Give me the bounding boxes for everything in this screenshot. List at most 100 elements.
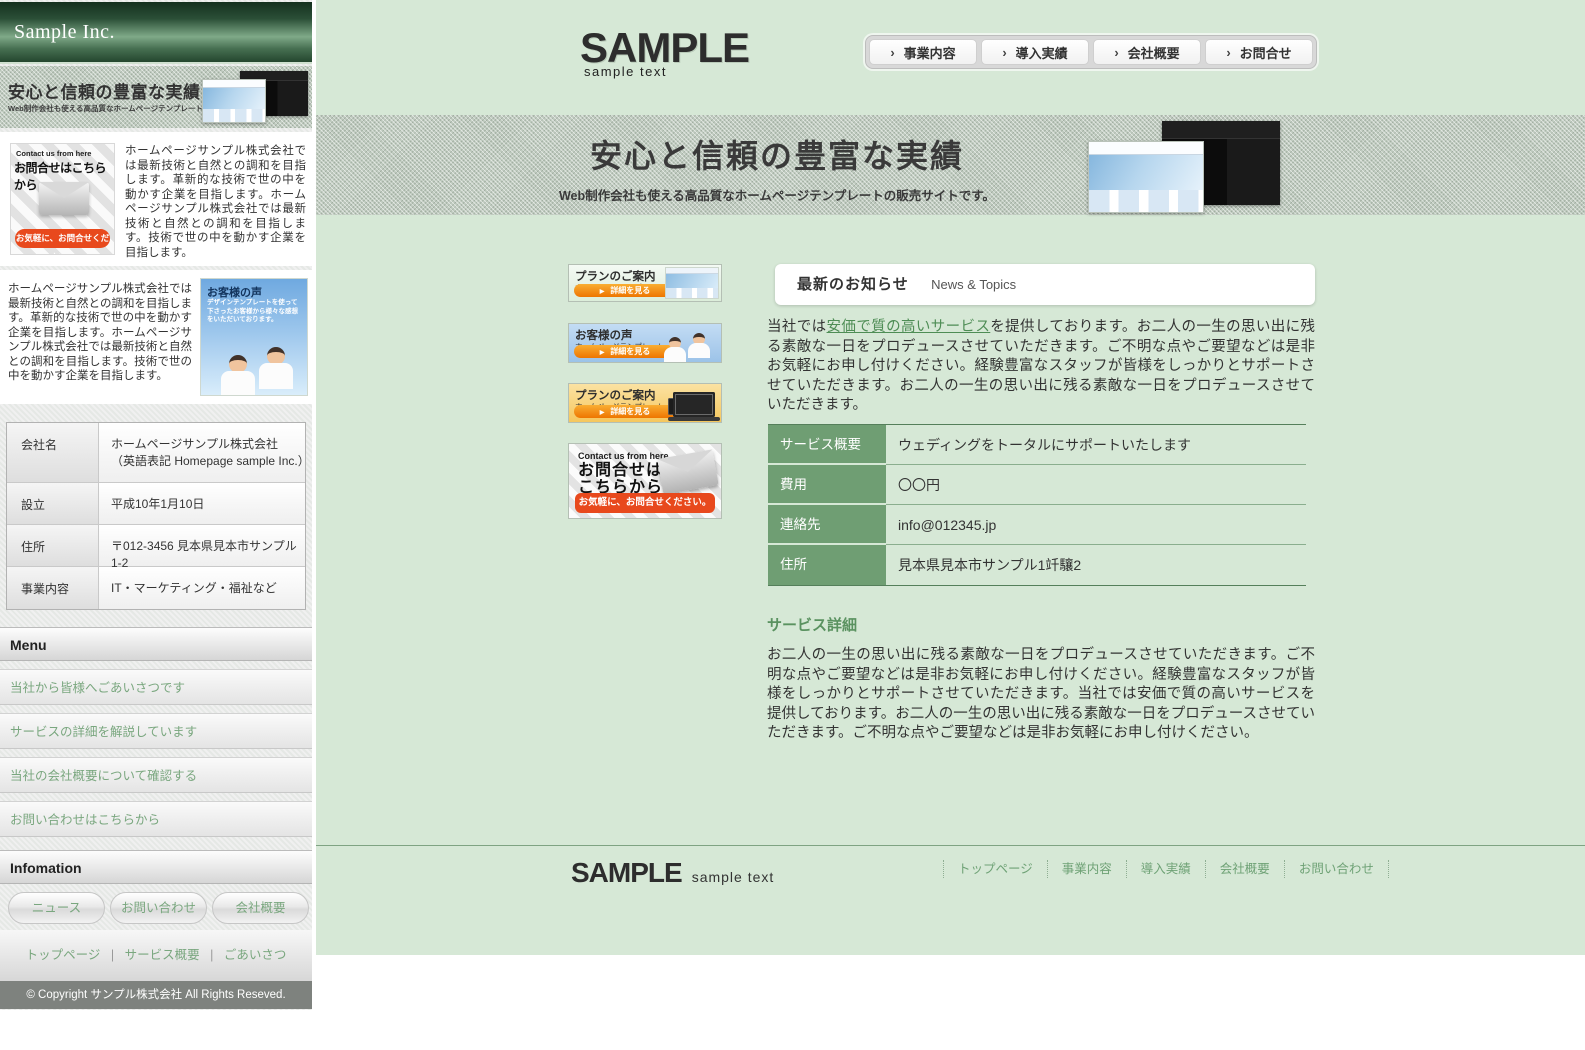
intro-text-before: 当社では — [767, 319, 827, 335]
sidebar-contact-banner[interactable]: Contact us from here お問合せはこちらから お気軽に、お問合… — [10, 143, 115, 255]
banner-customer-voice[interactable]: お客様の声 ホームページテンプレート ▶詳細を見る — [568, 323, 722, 363]
company-name-line2: （英語表記 Homepage sample Inc.） — [111, 454, 310, 468]
play-icon: ▶ — [600, 410, 605, 416]
contact-banner-button[interactable]: お気軽に、お問合せください。 — [15, 229, 110, 248]
footer-link-company[interactable]: 会社概要 — [1205, 860, 1284, 878]
footer-link-business[interactable]: 事業内容 — [1047, 860, 1126, 878]
nav-button-contact[interactable]: › お問合せ — [1205, 39, 1313, 65]
banner-artwork — [665, 267, 719, 299]
table-row: 会社名 ホームページサンプル株式会社 （英語表記 Homepage sample… — [7, 423, 305, 483]
banner-plan-guide-devices[interactable]: プランのご案内 ホームページテンプレート ▶詳細を見る — [568, 383, 722, 423]
sidebar-hero-banner: 安心と信頼の豊富な実績 Web制作会社も使える高品質なホームページテンプレートの… — [0, 66, 312, 128]
chevron-right-icon: › — [1114, 45, 1118, 60]
address-value: 〒012-3456 見本県見本市サンプル1-2 — [99, 525, 305, 566]
company-name-line1: ホームページサンプル株式会社 — [111, 437, 278, 451]
contact-eyebrow: Contact us from here — [16, 149, 91, 158]
nav-button-company[interactable]: › 会社概要 — [1093, 39, 1201, 65]
footer-link-results[interactable]: 導入実績 — [1126, 860, 1205, 878]
banner-button-label: 詳細を見る — [610, 407, 650, 416]
main-area: SAMPLE sample text › 事業内容 › 導入実績 › 会社概要 … — [316, 0, 1585, 955]
address-value: 見本県見本市サンプル1竏驤2 — [886, 545, 1306, 585]
banner-detail-button[interactable]: ▶ 詳細を見る — [574, 405, 676, 418]
nav-button-business[interactable]: › 事業内容 — [869, 39, 977, 65]
site-thumbnail-light — [202, 79, 266, 123]
copyright-bar: © Copyright サンプル株式会社 All Rights Reseved. — [0, 981, 312, 1009]
table-row: 費用 〇〇円 — [768, 465, 1306, 505]
service-table: サービス概要 ウェディングをトータルにサポートいたします 費用 〇〇円 連絡先 … — [768, 424, 1306, 586]
person-figure — [669, 337, 686, 362]
service-detail-heading: サービス詳細 — [767, 614, 857, 635]
business-label: 事業内容 — [7, 567, 99, 609]
table-row: 事業内容 IT・マーケティング・福祉など — [7, 567, 305, 609]
banner-button-label: 詳細を見る — [610, 286, 650, 295]
sidebar-footer-link-top[interactable]: トップページ — [22, 948, 105, 962]
cost-label: 費用 — [768, 465, 886, 505]
contact-title-line1: お問合せは — [578, 462, 663, 479]
established-value: 平成10年1月10日 — [99, 483, 305, 524]
envelope-icon — [39, 182, 89, 215]
nav-button-results[interactable]: › 導入実績 — [981, 39, 1089, 65]
table-row: 設立 平成10年1月10日 — [7, 483, 305, 525]
company-name-label: 会社名 — [7, 423, 99, 482]
sidebar-about-block-2: ホームページサンプル株式会社では最新技術と自然との調和を目指します。革新的な技術… — [0, 270, 312, 404]
footer-nav: トップページ事業内容導入実績会社概要お問い合わせ — [943, 860, 1389, 878]
sidebar-footer-nav: トップページ | サービス概要 | ごあいさつ — [0, 930, 312, 981]
footer-logo: SAMPLEsample text — [571, 857, 774, 889]
main-footer: SAMPLEsample text トップページ事業内容導入実績会社概要お問い合… — [316, 845, 1585, 955]
table-row: 住所 見本県見本市サンプル1竏驤2 — [768, 545, 1306, 585]
person-figure — [693, 333, 710, 358]
company-overview-button[interactable]: 会社概要 — [212, 892, 309, 924]
inquiry-button[interactable]: お問い合わせ — [110, 892, 207, 924]
chevron-right-icon: › — [1002, 45, 1006, 60]
contact-title: お問合せは こちらから — [578, 462, 663, 496]
link-separator: | — [207, 948, 216, 962]
banner-button-label: 詳細を見る — [610, 347, 650, 356]
information-heading: Infomation — [0, 850, 312, 884]
address-label: 住所 — [768, 545, 886, 585]
contact-label: 連絡先 — [768, 505, 886, 545]
business-value: IT・マーケティング・福祉など — [99, 567, 305, 609]
play-icon: ▶ — [600, 350, 605, 356]
hero-thumbnails — [1086, 117, 1296, 213]
footer-link-contact[interactable]: お問い合わせ — [1284, 860, 1389, 878]
banner-contact[interactable]: Contact us from here お問合せは こちらから お気軽に、お問… — [568, 443, 722, 519]
company-info-table: 会社名 ホームページサンプル株式会社 （英語表記 Homepage sample… — [6, 422, 306, 610]
sidebar-menu-item-service[interactable]: サービスの詳細を解説しています — [0, 713, 312, 749]
site-thumbnail-light — [1088, 141, 1204, 213]
chevron-right-icon: › — [890, 45, 894, 60]
established-label: 設立 — [7, 483, 99, 524]
cost-value: 〇〇円 — [886, 465, 1306, 505]
customer-voice-banner[interactable]: お客様の声 デザインテンプレートを使って下さったお客様から様々な感想をいただいて… — [200, 278, 308, 396]
menu-heading: Menu — [0, 627, 312, 661]
footer-link-top[interactable]: トップページ — [943, 860, 1047, 878]
play-icon: ▶ — [600, 289, 605, 295]
contact-eyebrow: Contact us from here — [578, 451, 669, 461]
banner-detail-button[interactable]: ▶ 詳細を見る — [574, 345, 676, 358]
sidebar-footer-link-service[interactable]: サービス概要 — [121, 948, 204, 962]
sidebar-logo: Sample Inc. — [14, 21, 115, 44]
nav-label: 導入実績 — [1016, 43, 1068, 62]
header-nav: › 事業内容 › 導入実績 › 会社概要 › お問合せ — [865, 35, 1317, 69]
sidebar-footer-link-greeting[interactable]: ごあいさつ — [220, 948, 291, 962]
service-link[interactable]: 安価で質の高いサービス — [827, 319, 991, 335]
news-button[interactable]: ニュース — [8, 892, 105, 924]
news-title: 最新のお知らせ — [797, 276, 909, 293]
laptop-icon — [673, 392, 715, 417]
contact-banner-button[interactable]: お気軽に、お問合せください。 — [575, 493, 715, 513]
address-label: 住所 — [7, 525, 99, 566]
banner-plan-guide[interactable]: プランのご案内 ホームページテンプレート ▶詳細を見る — [568, 264, 722, 302]
sidebar-menu-item-greeting[interactable]: 当社から皆様へごあいさつです — [0, 669, 312, 705]
banner-detail-button[interactable]: ▶ 詳細を見る — [574, 284, 676, 297]
sidebar-menu-item-contact[interactable]: お問い合わせはこちらから — [0, 801, 312, 837]
hero-text: 安心と信頼の豊富な実績 Web制作会社も使える高品質なホームページテンプレートの… — [537, 131, 1017, 204]
sidebar-hero-title: 安心と信頼の豊富な実績 — [8, 78, 201, 103]
chevron-right-icon: › — [1226, 45, 1230, 60]
nav-label: お問合せ — [1240, 43, 1292, 62]
table-row: 住所 〒012-3456 見本県見本市サンプル1-2 — [7, 525, 305, 567]
hero-subtitle: Web制作会社も使える高品質なホームページテンプレートの販売サイトです。 — [537, 185, 1017, 204]
voice-subtitle: デザインテンプレートを使って下さったお客様から様々な感想をいただいております。 — [207, 299, 303, 325]
sidebar-menu-item-company[interactable]: 当社の会社概要について確認する — [0, 757, 312, 793]
hero-title: 安心と信頼の豊富な実績 — [537, 131, 1017, 177]
service-detail-paragraph: お二人の一生の思い出に残る素敵な一日をプロデュースさせていただきます。ご不明な点… — [767, 646, 1315, 744]
nav-label: 会社概要 — [1128, 43, 1180, 62]
